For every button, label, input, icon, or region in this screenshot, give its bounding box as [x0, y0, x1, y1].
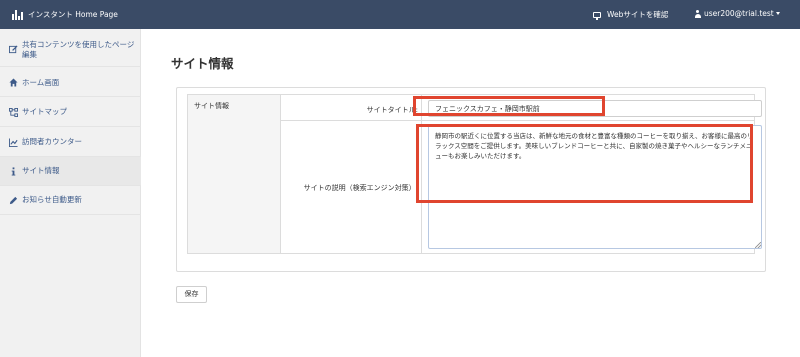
site-info-form-table: サイト情報 サイトタイトル: サイトの説明（検索エンジン対策）: 静岡市の駅近く…	[187, 94, 762, 254]
brand-name: インスタント Home Page	[28, 10, 118, 19]
sidebar-item-label: サイトマップ	[22, 107, 67, 116]
sitemap-icon	[8, 107, 18, 117]
site-title-input[interactable]	[428, 100, 762, 117]
column-divider	[421, 95, 422, 253]
textarea-resize-handle[interactable]	[755, 242, 761, 248]
page-title: サイト情報	[171, 56, 234, 71]
pencil-icon	[8, 195, 18, 205]
sidebar-item-home[interactable]: ホーム画面	[0, 69, 141, 97]
edit-icon	[8, 45, 18, 55]
sidebar: 共有コンテンツを使用したページ編集 ホーム画面 サイトマップ 訪問者カウンター …	[0, 29, 141, 357]
home-icon	[8, 78, 18, 88]
sidebar-item-site-info[interactable]: サイト情報	[0, 157, 141, 186]
site-description-textarea[interactable]: 静岡市の駅近くに位置する当店は、新鮮な地元の食材と豊富な種類のコーヒーを取り揃え…	[428, 125, 762, 249]
top-navbar: インスタント Home Page Webサイトを確認 user200@trial…	[0, 0, 800, 29]
user-email: user200@trial.test	[704, 9, 774, 18]
sidebar-item-news-auto-update[interactable]: お知らせ自動更新	[0, 186, 141, 215]
view-website-link[interactable]: Webサイトを確認	[593, 9, 668, 20]
sidebar-item-visitor-counter[interactable]: 訪問者カウンター	[0, 128, 141, 157]
sidebar-item-sitemap[interactable]: サイトマップ	[0, 98, 141, 127]
section-label: サイト情報	[188, 95, 281, 253]
sidebar-item-label: ホーム画面	[22, 77, 60, 87]
user-icon	[694, 9, 701, 18]
monitor-icon	[593, 11, 601, 20]
row-divider	[281, 120, 755, 121]
caret-down-icon	[775, 12, 780, 15]
site-info-panel: サイト情報 サイトタイトル: サイトの説明（検索エンジン対策）: 静岡市の駅近く…	[176, 87, 766, 272]
chart-icon	[8, 137, 18, 147]
brand-logo[interactable]: インスタント Home Page	[12, 8, 118, 21]
sidebar-item-shared-content-edit[interactable]: 共有コンテンツを使用したページ編集	[0, 33, 141, 67]
user-menu[interactable]: user200@trial.test	[694, 9, 780, 18]
sidebar-item-label: お知らせ自動更新	[22, 195, 82, 204]
sidebar-item-label: 訪問者カウンター	[22, 137, 82, 146]
save-button[interactable]: 保存	[176, 286, 207, 303]
site-description-label: サイトの説明（検索エンジン対策）:	[303, 184, 418, 192]
site-title-label: サイトタイトル:	[366, 106, 418, 114]
logo-icon	[12, 9, 23, 20]
sidebar-item-label: 共有コンテンツを使用したページ編集	[22, 39, 135, 59]
info-icon	[8, 166, 18, 176]
view-website-label: Webサイトを確認	[607, 10, 669, 19]
sidebar-item-label: サイト情報	[22, 166, 60, 175]
